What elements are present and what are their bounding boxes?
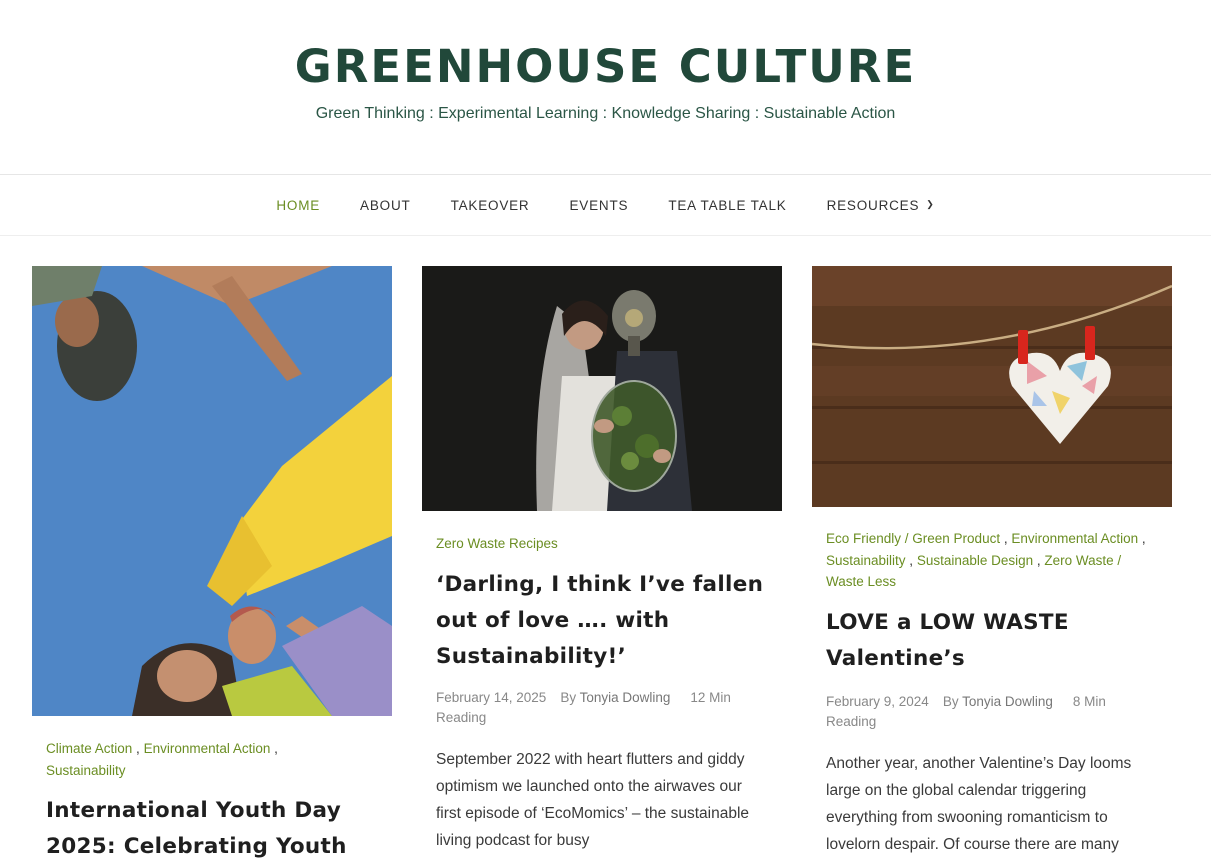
post-excerpt: Another year, another Valentine’s Day lo… bbox=[826, 754, 1132, 854]
category-separator: , bbox=[905, 552, 917, 568]
post-image bbox=[422, 266, 782, 511]
post-categories: Eco Friendly / Green Product , Environme… bbox=[812, 528, 1172, 593]
category-link[interactable]: Environmental Action bbox=[1011, 531, 1138, 546]
nav-label: HOME bbox=[276, 197, 321, 213]
post-image bbox=[32, 266, 392, 716]
post-date[interactable]: February 14, 2025 bbox=[436, 690, 546, 705]
post-grid: Climate Action , Environmental Action , … bbox=[32, 266, 1172, 859]
post-image bbox=[812, 266, 1172, 507]
category-separator: , bbox=[132, 741, 144, 756]
site-tagline: Green Thinking : Experimental Learning :… bbox=[315, 105, 896, 122]
post-author[interactable]: Tonyia Dowling bbox=[580, 690, 671, 705]
post-thumbnail[interactable] bbox=[812, 266, 1172, 507]
category-separator: , bbox=[1138, 531, 1146, 546]
nav-item-home[interactable]: HOME bbox=[256, 198, 340, 213]
post-by: By bbox=[560, 689, 577, 705]
nav-item-tea-table-talk[interactable]: TEA TABLE TALK bbox=[648, 198, 806, 213]
nav-label: RESOURCES bbox=[826, 197, 920, 213]
post-meta: February 9, 2024 By Tonyia Dowling 8 Min R… bbox=[812, 692, 1172, 732]
post-author[interactable]: Tonyia Dowling bbox=[962, 694, 1053, 709]
nav-label: EVENTS bbox=[569, 197, 629, 213]
post-categories: Climate Action , Environmental Action , … bbox=[32, 738, 392, 781]
post-date[interactable]: February 9, 2024 bbox=[826, 694, 929, 709]
site-header: GREENHOUSE CULTURE Green Thinking : Expe… bbox=[0, 0, 1211, 174]
category-separator: , bbox=[1033, 552, 1045, 568]
category-link[interactable]: Sustainability bbox=[46, 763, 126, 778]
post-card: Climate Action , Environmental Action , … bbox=[32, 266, 392, 865]
post-thumbnail[interactable] bbox=[422, 266, 782, 511]
nav-label: TEA TABLE TALK bbox=[668, 197, 787, 213]
category-separator: , bbox=[1000, 531, 1012, 546]
main-nav: HOME ABOUT TAKEOVER EVENTS TEA TABLE TAL… bbox=[0, 174, 1211, 236]
category-link[interactable]: Sustainable Design bbox=[917, 553, 1033, 568]
category-link[interactable]: Climate Action bbox=[46, 741, 132, 756]
category-link[interactable]: Sustainability bbox=[826, 553, 906, 568]
post-categories: Zero Waste Recipes bbox=[422, 533, 782, 555]
post-excerpt: September 2022 with heart flutters and g… bbox=[436, 750, 750, 850]
post-title[interactable]: International Youth Day 2025: Celebratin… bbox=[32, 793, 392, 865]
nav-label: TAKEOVER bbox=[450, 197, 530, 213]
category-link[interactable]: Environmental Action bbox=[144, 741, 271, 756]
nav-item-takeover[interactable]: TAKEOVER bbox=[431, 198, 550, 213]
post-meta: February 14, 2025 By Tonyia Dowling 12 Min… bbox=[422, 688, 782, 728]
category-link[interactable]: Eco Friendly / Green Product bbox=[826, 531, 1000, 546]
site-title[interactable]: GREENHOUSE CULTURE bbox=[0, 40, 1211, 93]
nav-item-events[interactable]: EVENTS bbox=[549, 198, 648, 213]
category-separator: , bbox=[270, 741, 278, 756]
nav-item-resources[interactable]: RESOURCES ❯ bbox=[807, 198, 955, 213]
post-thumbnail[interactable] bbox=[32, 266, 392, 716]
post-card: Eco Friendly / Green Product , Environme… bbox=[812, 266, 1172, 859]
post-card: Zero Waste Recipes ‘Darling, I think I’v… bbox=[422, 266, 782, 855]
nav-item-about[interactable]: ABOUT bbox=[340, 198, 431, 213]
post-title[interactable]: LOVE a LOW WASTE Valentine’s bbox=[812, 605, 1172, 677]
post-title[interactable]: ‘Darling, I think I’ve fallen out of lov… bbox=[422, 567, 782, 675]
nav-label: ABOUT bbox=[360, 197, 411, 213]
chevron-down-icon: ❯ bbox=[926, 198, 935, 209]
post-by: By bbox=[942, 693, 959, 709]
category-link[interactable]: Zero Waste Recipes bbox=[436, 536, 558, 551]
